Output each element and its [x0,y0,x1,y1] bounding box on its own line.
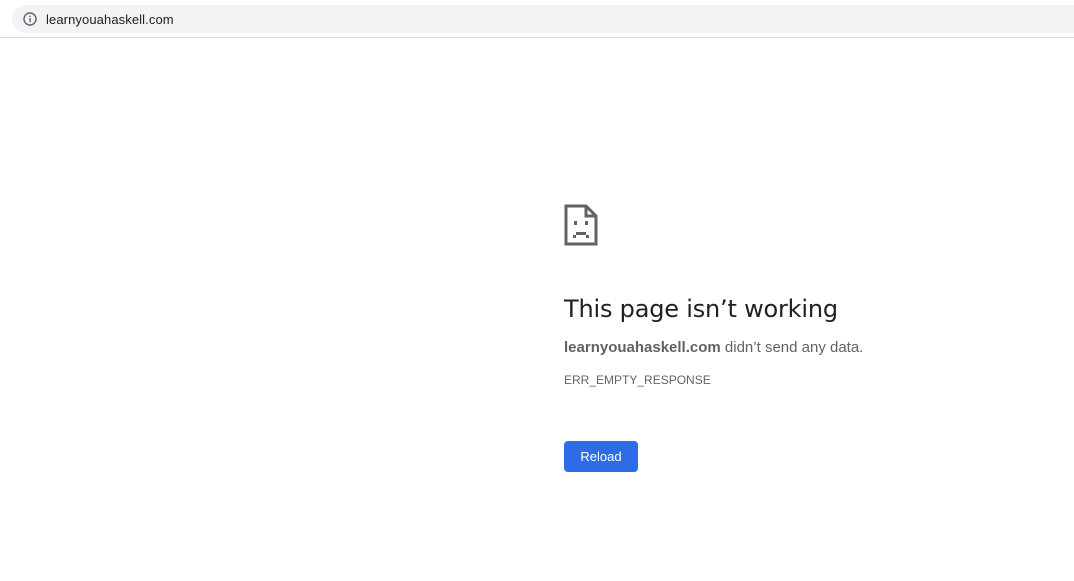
error-content: This page isn’t working learnyouahaskell… [564,204,1044,472]
error-host: learnyouahaskell.com [564,339,721,356]
reload-button[interactable]: Reload [564,441,638,472]
error-message-suffix: didn’t send any data. [720,339,864,356]
sad-document-icon [564,204,1044,246]
omnibox-container: learnyouahaskell.com [0,0,1074,38]
browser-toolbar: learnyouahaskell.com [0,0,1074,38]
address-bar[interactable]: learnyouahaskell.com [12,5,1074,33]
url-text[interactable]: learnyouahaskell.com [46,12,174,27]
error-message: learnyouahaskell.com didn’t send any dat… [564,338,1044,358]
error-code: ERR_EMPTY_RESPONSE [564,373,711,387]
info-circle-icon[interactable] [22,11,38,27]
page-title: This page isn’t working [564,295,838,323]
